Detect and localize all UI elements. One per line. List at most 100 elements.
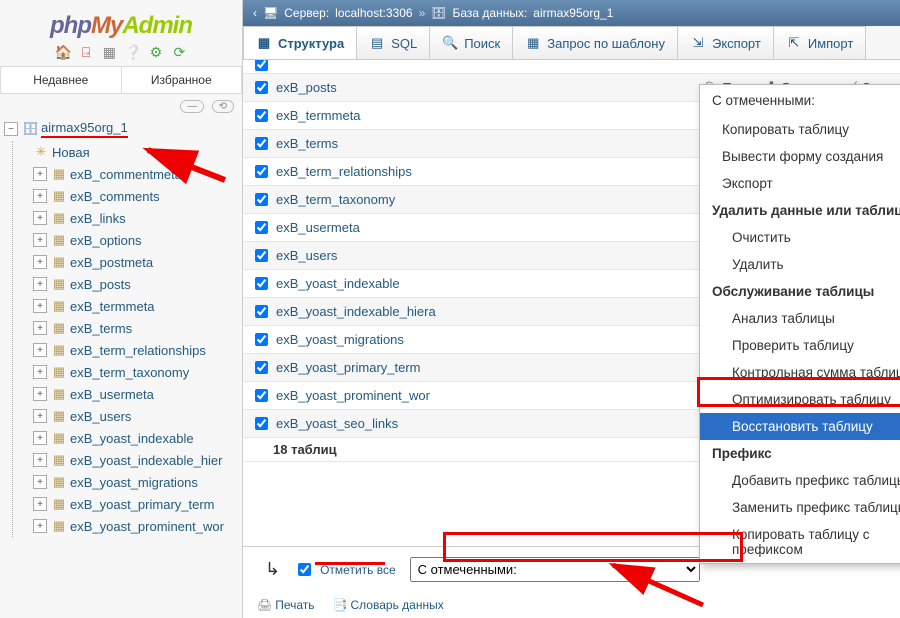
- tab-favorites[interactable]: Избранное: [121, 66, 243, 93]
- row-checkbox[interactable]: [255, 81, 268, 94]
- plus-icon[interactable]: +: [33, 233, 47, 247]
- home-icon[interactable]: 🏠: [55, 44, 71, 60]
- row-checkbox[interactable]: [255, 417, 268, 430]
- tree-table[interactable]: +▦exB_term_taxonomy: [13, 361, 242, 383]
- check-all-box[interactable]: [298, 563, 311, 576]
- plus-icon[interactable]: +: [33, 343, 47, 357]
- reload-icon[interactable]: ⟳: [171, 44, 187, 60]
- table-name[interactable]: exB_term_relationships: [276, 164, 506, 179]
- plus-icon[interactable]: +: [33, 189, 47, 203]
- ctx-copy-table[interactable]: Копировать таблицу: [700, 116, 900, 143]
- table-name[interactable]: [276, 60, 506, 72]
- plus-icon[interactable]: +: [33, 409, 47, 423]
- tab-структура[interactable]: ▦Структура: [243, 26, 357, 59]
- ctx-show-create[interactable]: Вывести форму создания: [700, 143, 900, 170]
- plus-icon[interactable]: +: [33, 167, 47, 181]
- ctx-export[interactable]: Экспорт: [700, 170, 900, 197]
- row-checkbox[interactable]: [255, 277, 268, 290]
- row-checkbox[interactable]: [255, 389, 268, 402]
- plus-icon[interactable]: +: [33, 475, 47, 489]
- row-checkbox[interactable]: [255, 249, 268, 262]
- tab-поиск[interactable]: 🔍Поиск: [430, 26, 513, 59]
- row-checkbox[interactable]: [255, 221, 268, 234]
- ctx-copy-prefix[interactable]: Копировать таблицу с префиксом: [700, 521, 900, 563]
- tab-экспорт[interactable]: ⇲Экспорт: [678, 26, 774, 59]
- tree-table-label: exB_comments: [70, 189, 160, 204]
- row-checkbox[interactable]: [255, 60, 268, 71]
- row-checkbox[interactable]: [255, 137, 268, 150]
- table-name[interactable]: exB_yoast_indexable_hiera: [276, 304, 506, 319]
- chevron-left-icon[interactable]: ‹: [253, 6, 257, 20]
- ctx-check[interactable]: Проверить таблицу: [700, 332, 900, 359]
- ctx-empty[interactable]: Очистить: [700, 224, 900, 251]
- row-checkbox[interactable]: [255, 305, 268, 318]
- tree-table[interactable]: +▦exB_posts: [13, 273, 242, 295]
- tree-table[interactable]: +▦exB_comments: [13, 185, 242, 207]
- tree-table[interactable]: +▦exB_options: [13, 229, 242, 251]
- table-name[interactable]: exB_usermeta: [276, 220, 506, 235]
- tree-table[interactable]: +▦exB_yoast_prominent_wor: [13, 515, 242, 537]
- link-icon[interactable]: ⟲: [212, 100, 234, 113]
- tree-table[interactable]: +▦exB_yoast_migrations: [13, 471, 242, 493]
- row-checkbox[interactable]: [255, 165, 268, 178]
- tree-table[interactable]: +▦exB_usermeta: [13, 383, 242, 405]
- table-name[interactable]: exB_posts: [276, 80, 506, 95]
- ctx-checksum[interactable]: Контрольная сумма таблицы: [700, 359, 900, 386]
- table-name[interactable]: exB_term_taxonomy: [276, 192, 506, 207]
- sql-icon[interactable]: ▦: [101, 44, 117, 60]
- plus-icon[interactable]: +: [33, 299, 47, 313]
- docs-icon[interactable]: ❔: [125, 44, 141, 60]
- row-checkbox[interactable]: [255, 193, 268, 206]
- table-name[interactable]: exB_terms: [276, 136, 506, 151]
- tab-sql[interactable]: ▤SQL: [357, 26, 430, 59]
- plus-icon[interactable]: +: [33, 431, 47, 445]
- table-name[interactable]: exB_yoast_indexable: [276, 276, 506, 291]
- gear-icon[interactable]: ⚙: [148, 44, 164, 60]
- plus-icon[interactable]: +: [33, 453, 47, 467]
- plus-icon[interactable]: +: [33, 277, 47, 291]
- ctx-analyze[interactable]: Анализ таблицы: [700, 305, 900, 332]
- tree-table[interactable]: +▦exB_terms: [13, 317, 242, 339]
- tree-table[interactable]: +▦exB_term_relationships: [13, 339, 242, 361]
- ctx-replace-prefix[interactable]: Заменить префикс таблицы: [700, 494, 900, 521]
- plus-icon[interactable]: +: [33, 255, 47, 269]
- tree-table[interactable]: +▦exB_users: [13, 405, 242, 427]
- tab-импорт[interactable]: ⇱Импорт: [774, 26, 866, 59]
- row-checkbox[interactable]: [255, 109, 268, 122]
- exit-icon[interactable]: ⍈: [78, 44, 94, 60]
- tree-table-label: exB_yoast_migrations: [70, 475, 198, 490]
- tree-table[interactable]: +▦exB_termmeta: [13, 295, 242, 317]
- tree-table[interactable]: +▦exB_links: [13, 207, 242, 229]
- ctx-optimize[interactable]: Оптимизировать таблицу: [700, 386, 900, 413]
- plus-icon[interactable]: +: [33, 519, 47, 533]
- plus-icon[interactable]: +: [33, 365, 47, 379]
- minus-icon[interactable]: −: [4, 122, 18, 136]
- print-link[interactable]: 🖨Печать: [257, 598, 315, 612]
- table-name[interactable]: exB_termmeta: [276, 108, 506, 123]
- tree-table[interactable]: +▦exB_yoast_indexable: [13, 427, 242, 449]
- ctx-add-prefix[interactable]: Добавить префикс таблицы: [700, 467, 900, 494]
- plus-icon[interactable]: +: [33, 211, 47, 225]
- plus-icon[interactable]: +: [33, 497, 47, 511]
- table-name[interactable]: exB_users: [276, 248, 506, 263]
- tree-table[interactable]: +▦exB_yoast_primary_term: [13, 493, 242, 515]
- dictionary-link[interactable]: 📑Словарь данных: [333, 598, 444, 612]
- table-name[interactable]: exB_yoast_seo_links: [276, 416, 506, 431]
- tree-db[interactable]: − 🗄 airmax95org_1: [2, 117, 242, 141]
- breadcrumb-server[interactable]: localhost:3306: [335, 6, 412, 20]
- table-name[interactable]: exB_yoast_primary_term: [276, 360, 506, 375]
- tab-запрос по шаблону[interactable]: ▦Запрос по шаблону: [513, 26, 678, 59]
- plus-icon[interactable]: +: [33, 387, 47, 401]
- ctx-drop[interactable]: Удалить: [700, 251, 900, 278]
- table-name[interactable]: exB_yoast_migrations: [276, 332, 506, 347]
- tree-table[interactable]: +▦exB_yoast_indexable_hier: [13, 449, 242, 471]
- tab-recent[interactable]: Недавнее: [0, 66, 121, 93]
- row-checkbox[interactable]: [255, 333, 268, 346]
- table-name[interactable]: exB_yoast_prominent_wor: [276, 388, 506, 403]
- plus-icon[interactable]: +: [33, 321, 47, 335]
- row-checkbox[interactable]: [255, 361, 268, 374]
- breadcrumb-db[interactable]: airmax95org_1: [533, 6, 613, 20]
- tree-table[interactable]: +▦exB_postmeta: [13, 251, 242, 273]
- ctx-repair[interactable]: Восстановить таблицу: [700, 413, 900, 440]
- collapse-icon[interactable]: —: [180, 100, 204, 113]
